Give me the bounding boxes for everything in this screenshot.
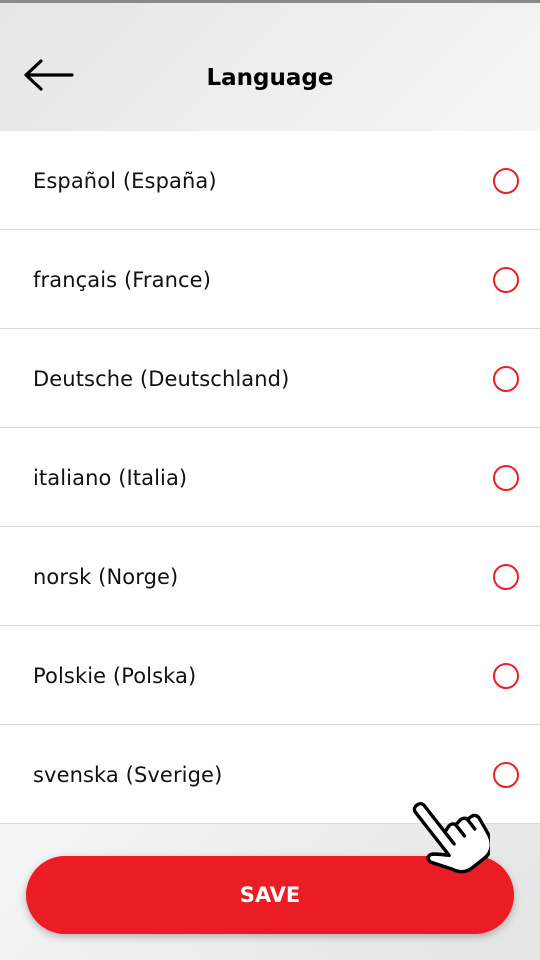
language-option-no[interactable]: norsk (Norge) [0,527,540,626]
language-list: Español (España) français (France) Deuts… [0,131,540,824]
radio-button[interactable] [493,762,519,788]
save-button-label: SAVE [239,883,301,907]
language-label: Español (España) [33,169,217,193]
language-option-es[interactable]: Español (España) [0,131,540,230]
radio-button[interactable] [493,168,519,194]
radio-button[interactable] [493,564,519,590]
language-option-fr[interactable]: français (France) [0,230,540,329]
radio-button[interactable] [493,267,519,293]
app-header: Language [0,3,540,131]
language-label: français (France) [33,268,211,292]
language-label: Deutsche (Deutschland) [33,367,290,391]
radio-button[interactable] [493,465,519,491]
language-option-pl[interactable]: Polskie (Polska) [0,626,540,725]
radio-button[interactable] [493,663,519,689]
language-label: norsk (Norge) [33,565,179,589]
save-button[interactable]: SAVE [26,856,514,934]
radio-button[interactable] [493,366,519,392]
language-label: italiano (Italia) [33,466,188,490]
language-label: Polskie (Polska) [33,664,197,688]
page-title: Language [206,65,334,91]
language-label: svenska (Sverige) [33,763,223,787]
language-option-sv[interactable]: svenska (Sverige) [0,725,540,824]
language-option-it[interactable]: italiano (Italia) [0,428,540,527]
language-option-de[interactable]: Deutsche (Deutschland) [0,329,540,428]
